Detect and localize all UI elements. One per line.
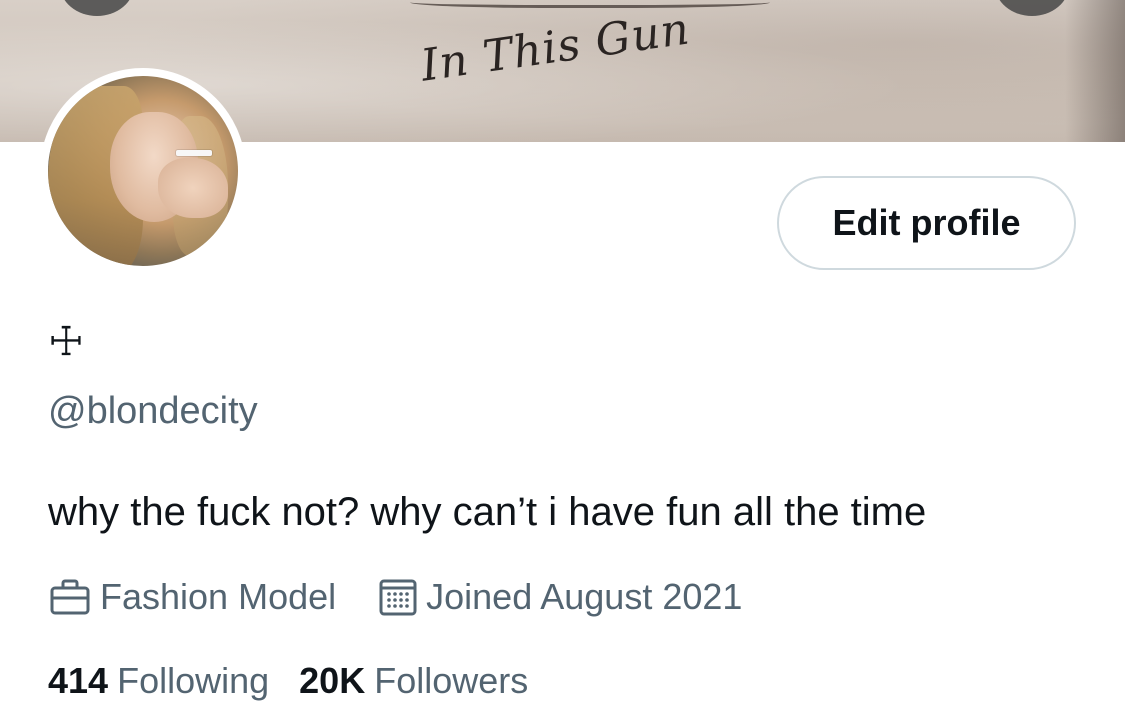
- profession-item: Fashion Model: [48, 576, 336, 618]
- joined-text: Joined August 2021: [426, 576, 743, 617]
- profile-page: In This Gun Edit profile ☩ @blondecity w…: [0, 0, 1125, 712]
- banner-tattoo-text: In This Gun: [417, 3, 694, 92]
- followers-label: Followers: [374, 660, 529, 701]
- more-button[interactable]: [995, 0, 1069, 16]
- following-label: Following: [117, 660, 270, 701]
- profile-bio: why the fuck not? why can’t i have fun a…: [48, 490, 927, 534]
- profile-handle: @blondecity: [48, 390, 258, 432]
- profile-meta: Fashion Model Joined August 2021: [48, 574, 742, 620]
- followers-count: 20K: [299, 660, 366, 701]
- back-button[interactable]: [60, 0, 134, 16]
- followers-link[interactable]: 20K Followers: [299, 660, 528, 702]
- banner-tattoo-line: [410, 0, 770, 8]
- calendar-icon: [379, 579, 417, 616]
- following-link[interactable]: 414 Following: [48, 660, 269, 702]
- joined-item: Joined August 2021: [378, 576, 742, 618]
- profession-text: Fashion Model: [100, 576, 337, 617]
- briefcase-icon: [50, 579, 90, 615]
- avatar-image: [48, 76, 238, 266]
- display-name: ☩: [48, 319, 84, 365]
- avatar[interactable]: [40, 68, 246, 274]
- edit-profile-button[interactable]: Edit profile: [777, 176, 1076, 270]
- profile-stats: 414 Following 20K Followers: [48, 660, 528, 702]
- following-count: 414: [48, 660, 109, 701]
